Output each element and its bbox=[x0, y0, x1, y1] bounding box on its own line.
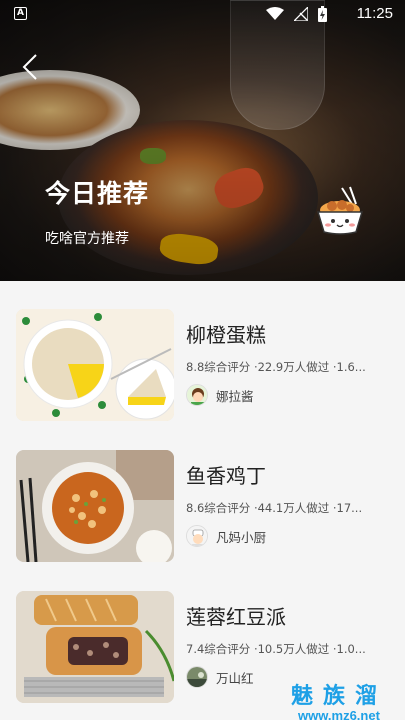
watermark-logo: 魅族溜 www.mz6.net bbox=[291, 678, 387, 720]
author-name: 凡妈小厨 bbox=[216, 529, 267, 545]
battery-charging-icon bbox=[318, 6, 327, 22]
watermark-url: www.mz6.net bbox=[298, 708, 380, 720]
recipe-meta: 8.6综合评分 ·44.1万人做过 ·17... bbox=[186, 501, 363, 515]
recipe-author[interactable]: 凡妈小厨 bbox=[186, 525, 266, 547]
recipe-list: 柳橙蛋糕 8.8综合评分 ·22.9万人做过 ·1.6... 娜拉酱 鱼香鸡丁 bbox=[0, 281, 405, 720]
status-icons bbox=[266, 6, 327, 22]
hero-banner: A 11:25 今日推荐 吃啥官方推荐 bbox=[0, 0, 405, 281]
wifi-icon bbox=[266, 7, 284, 20]
avatar bbox=[186, 525, 208, 547]
avatar bbox=[186, 666, 208, 688]
recipe-author[interactable]: 娜拉酱 bbox=[186, 384, 254, 406]
back-icon[interactable] bbox=[18, 52, 42, 82]
status-time: 11:25 bbox=[356, 5, 393, 22]
recipe-card[interactable]: 鱼香鸡丁 8.6综合评分 ·44.1万人做过 ·17... 凡妈小厨 bbox=[16, 450, 388, 562]
recipe-meta: 8.8综合评分 ·22.9万人做过 ·1.6... bbox=[186, 360, 366, 374]
recipe-thumbnail bbox=[16, 309, 174, 421]
recipe-title: 莲蓉红豆派 bbox=[186, 605, 286, 629]
recipe-title: 鱼香鸡丁 bbox=[186, 464, 266, 488]
author-name: 娜拉酱 bbox=[216, 388, 254, 404]
watermark-text: 魅族溜 bbox=[290, 684, 387, 709]
page-title: 今日推荐 bbox=[45, 179, 150, 208]
recipe-card[interactable]: 柳橙蛋糕 8.8综合评分 ·22.9万人做过 ·1.6... 娜拉酱 bbox=[16, 309, 388, 421]
recipe-title: 柳橙蛋糕 bbox=[186, 323, 266, 347]
takoyaki-mascot-icon bbox=[316, 186, 364, 235]
recipe-meta: 7.4综合评分 ·10.5万人做过 ·1.0... bbox=[186, 642, 366, 656]
no-signal-icon bbox=[294, 7, 308, 21]
author-name: 万山红 bbox=[216, 670, 254, 686]
recipe-author[interactable]: 万山红 bbox=[186, 666, 254, 688]
page-subtitle: 吃啥官方推荐 bbox=[45, 231, 129, 247]
notification-a-icon: A bbox=[14, 7, 27, 20]
status-bar: A 11:25 bbox=[0, 0, 405, 28]
recipe-thumbnail bbox=[16, 450, 174, 562]
avatar bbox=[186, 384, 208, 406]
recipe-thumbnail bbox=[16, 591, 174, 703]
